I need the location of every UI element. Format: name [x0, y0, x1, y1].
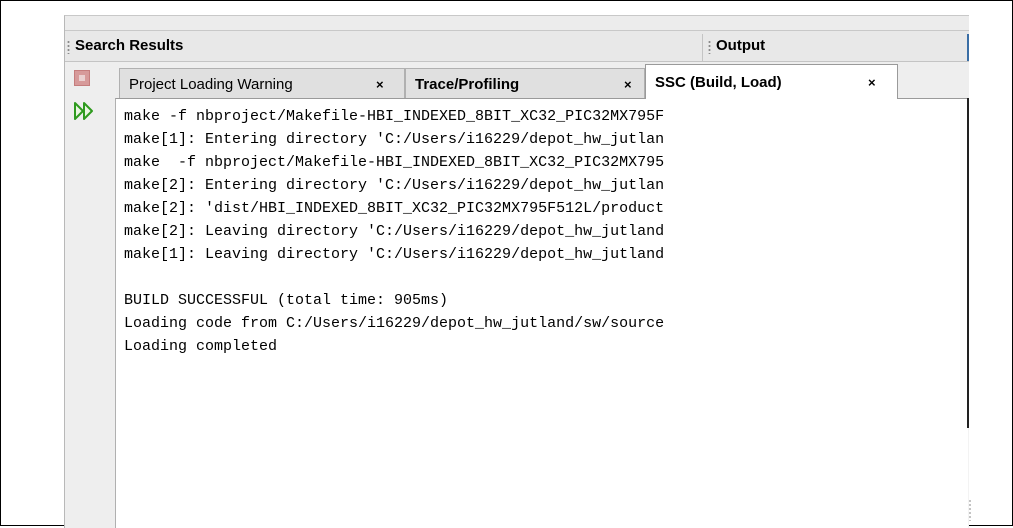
output-drag-grip[interactable]: [708, 40, 711, 54]
tab-label: SSC (Build, Load): [655, 74, 782, 91]
search-results-panel-title[interactable]: Search Results: [75, 37, 183, 54]
console-line: make -f nbproject/Makefile-HBI_INDEXED_8…: [124, 108, 665, 125]
output-panel-title[interactable]: Output: [716, 37, 765, 54]
resize-grip[interactable]: [969, 499, 971, 521]
console-text: make -f nbproject/Makefile-HBI_INDEXED_8…: [124, 105, 664, 358]
output-toolbar: [65, 62, 115, 528]
console-line: Loading code from C:/Users/i16229/depot_…: [124, 315, 665, 332]
console-line: Loading completed: [124, 338, 278, 355]
ide-window: Search Results Output Project Loading Wa…: [64, 15, 969, 528]
console-right-edge: [967, 98, 969, 428]
tab-trace-profiling[interactable]: Trace/Profiling ×: [405, 68, 645, 98]
panel-divider: [702, 34, 703, 61]
panel-header-bar: Search Results Output: [65, 31, 969, 62]
close-icon[interactable]: ×: [624, 77, 632, 92]
screenshot-frame: Search Results Output Project Loading Wa…: [0, 0, 1013, 528]
console-output[interactable]: make -f nbproject/Makefile-HBI_INDEXED_8…: [115, 98, 968, 528]
stop-icon[interactable]: [74, 70, 90, 86]
search-results-drag-grip[interactable]: [67, 40, 70, 54]
console-line: make[1]: Entering directory 'C:/Users/i1…: [124, 131, 665, 148]
rerun-icon[interactable]: [73, 100, 95, 122]
output-tab-strip: Project Loading Warning × Trace/Profilin…: [65, 62, 969, 99]
tab-ssc-build-load[interactable]: SSC (Build, Load) ×: [645, 64, 898, 99]
console-line: make[2]: Entering directory 'C:/Users/i1…: [124, 177, 665, 194]
close-icon[interactable]: ×: [868, 75, 876, 90]
output-panel-edge: [967, 34, 969, 61]
tab-project-loading-warning[interactable]: Project Loading Warning ×: [119, 68, 405, 98]
tab-label: Project Loading Warning: [129, 76, 293, 93]
close-icon[interactable]: ×: [376, 77, 384, 92]
console-line: make[2]: 'dist/HBI_INDEXED_8BIT_XC32_PIC…: [124, 200, 665, 217]
console-line: make[1]: Leaving directory 'C:/Users/i16…: [124, 246, 665, 263]
console-line: BUILD SUCCESSFUL (total time: 905ms): [124, 292, 449, 309]
console-line: make -f nbproject/Makefile-HBI_INDEXED_8…: [124, 154, 665, 171]
top-strip: [65, 16, 969, 31]
console-line: make[2]: Leaving directory 'C:/Users/i16…: [124, 223, 665, 240]
tab-label: Trace/Profiling: [415, 76, 520, 93]
